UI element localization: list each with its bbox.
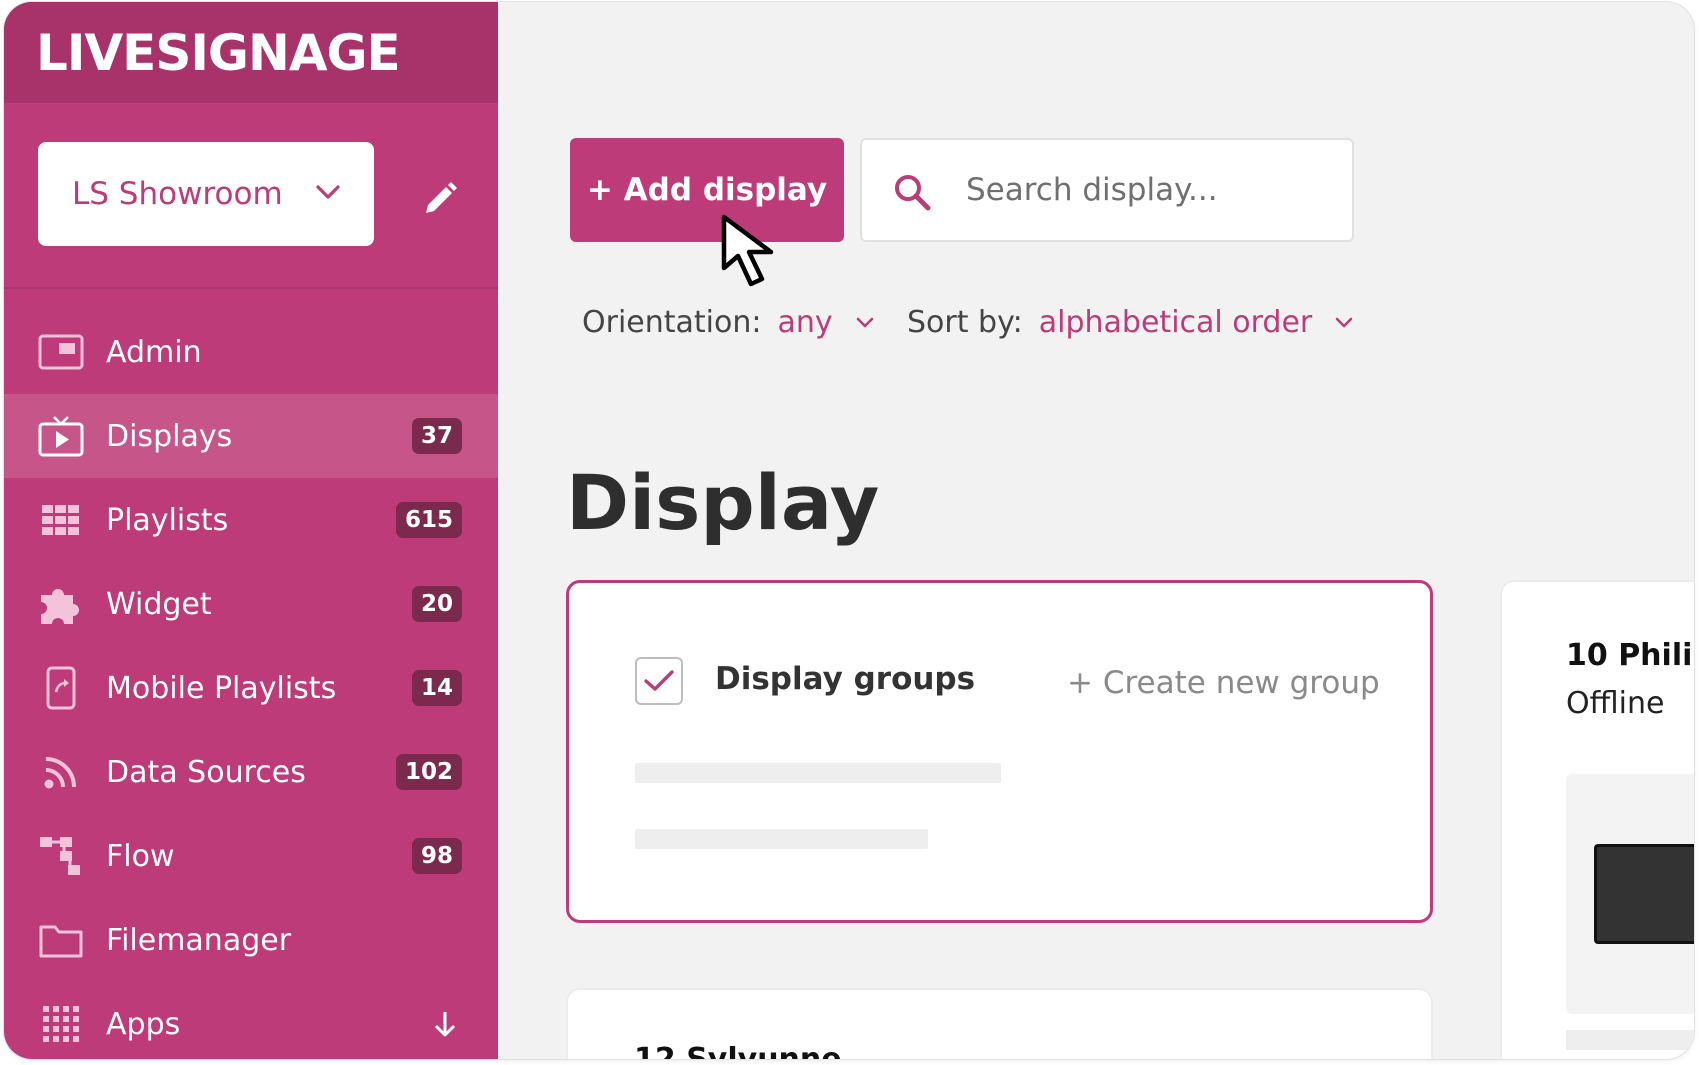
flow-icon [38,835,84,877]
count-badge: 37 [411,418,462,454]
sidebar-item-label: Data Sources [106,754,306,790]
loading-placeholder [635,763,1001,783]
sidebar-item-data-sources[interactable]: Data Sources 102 [4,730,498,814]
apps-grid-icon [38,1003,84,1045]
search-box [860,138,1354,242]
display-card[interactable]: 10 Philip Offline [1500,580,1694,1059]
page-title: Display [566,458,880,547]
display-card-title: 12 Sylvunne [634,1042,842,1059]
chevron-down-icon [1335,317,1353,328]
orientation-filter[interactable]: Orientation: any [582,300,875,344]
groups-checkbox[interactable] [635,657,683,705]
folder-icon [38,919,84,961]
orientation-value[interactable]: any [777,305,832,340]
sidebar-item-label: Playlists [106,502,229,538]
arrow-down-icon[interactable] [432,1010,458,1038]
rss-icon [38,751,84,793]
search-icon [895,175,931,211]
add-display-button[interactable]: + Add display [570,138,844,242]
display-card[interactable]: 12 Sylvunne [566,988,1433,1059]
loading-placeholder [1566,1030,1694,1050]
sidebar-item-label: Widget [106,586,212,622]
display-screen-thumbnail [1594,844,1694,944]
tv-play-icon [38,415,84,457]
sidebar-item-label: Displays [106,418,233,454]
count-badge: 102 [395,754,462,790]
sidebar-item-label: Flow [106,838,175,874]
chevron-down-icon [316,185,340,199]
display-preview [1566,774,1694,1014]
sort-value[interactable]: alphabetical order [1039,305,1313,340]
display-card-title: 10 Philip [1566,638,1694,673]
sidebar-item-filemanager[interactable]: Filemanager [4,898,498,982]
count-badge: 615 [395,502,462,538]
count-badge: 98 [411,838,462,874]
logo: LIVESIGNAGE [36,24,401,82]
sidebar-item-apps[interactable]: Apps [4,982,498,1059]
sidebar-item-displays[interactable]: Displays 37 [4,394,498,478]
search-input[interactable] [966,162,1336,218]
puzzle-icon [38,583,84,625]
create-group-link[interactable]: + Create new group [1067,665,1380,701]
workspace-label: LS Showroom [72,176,283,212]
sidebar-header: LIVESIGNAGE [4,2,498,103]
grid-icon [38,499,84,541]
chevron-down-icon [856,317,873,328]
admin-window-icon [38,331,84,373]
display-groups-card: Display groups + Create new group [566,580,1433,923]
count-badge: 14 [411,670,462,706]
display-status: Offline [1566,686,1665,721]
sort-filter[interactable]: Sort by: alphabetical order [907,300,1354,344]
check-icon [644,670,674,691]
sidebar-divider [4,287,498,289]
orientation-label: Orientation: [582,304,762,340]
sidebar: LIVESIGNAGE LS Showroom Admin Displays 3… [4,2,498,1059]
sidebar-item-label: Filemanager [106,922,292,958]
pencil-icon[interactable] [420,179,460,219]
sidebar-item-playlists[interactable]: Playlists 615 [4,478,498,562]
app-window: LIVESIGNAGE LS Showroom Admin Displays 3… [4,2,1694,1059]
loading-placeholder [635,829,928,849]
sidebar-item-widget[interactable]: Widget 20 [4,562,498,646]
sidebar-item-admin[interactable]: Admin [4,310,498,394]
sidebar-item-label: Apps [106,1006,181,1042]
mouse-cursor-icon [721,214,774,287]
sidebar-item-label: Admin [106,334,202,370]
sidebar-item-label: Mobile Playlists [106,670,337,706]
display-groups-title: Display groups [715,661,976,697]
sidebar-item-flow[interactable]: Flow 98 [4,814,498,898]
sidebar-item-mobile-playlists[interactable]: Mobile Playlists 14 [4,646,498,730]
count-badge: 20 [411,586,462,622]
workspace-selector[interactable]: LS Showroom [38,142,374,246]
sort-label: Sort by: [907,304,1023,340]
mobile-icon [38,666,84,710]
